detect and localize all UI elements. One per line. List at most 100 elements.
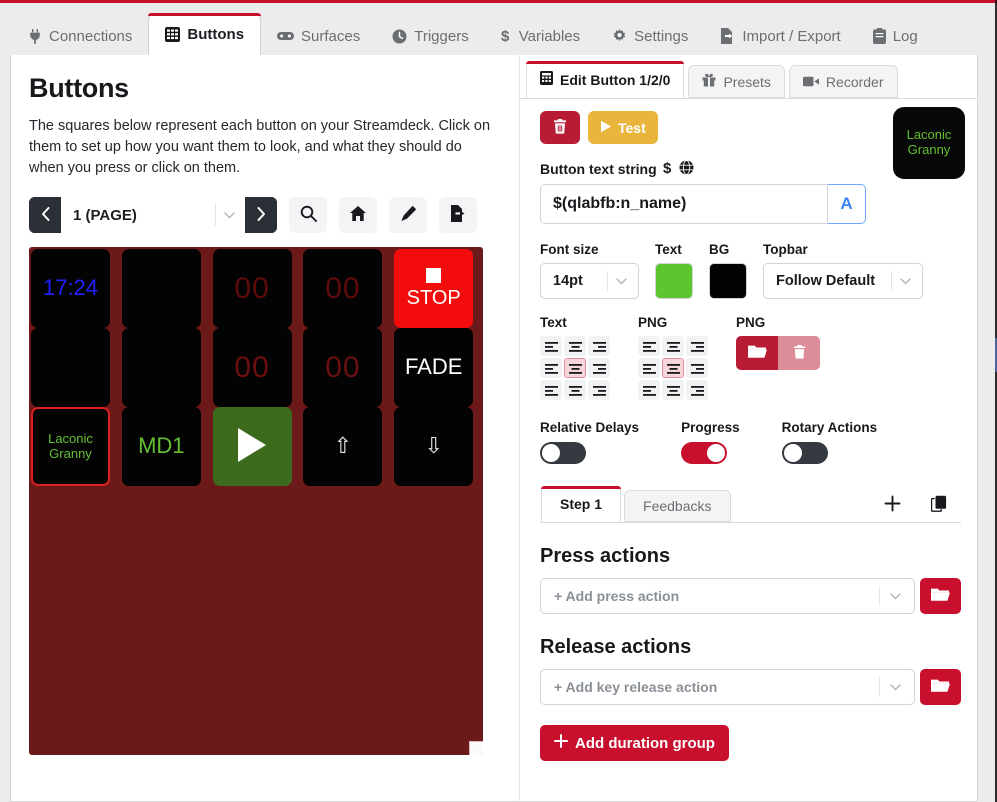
align-cell-1[interactable]: [662, 336, 684, 356]
relative-delays-group: Relative Delays: [540, 420, 639, 464]
add-press-action-placeholder: + Add press action: [554, 588, 680, 604]
test-label: Test: [618, 119, 646, 136]
deck-key-0[interactable]: 17:24: [31, 249, 110, 328]
tab-presets[interactable]: Presets: [688, 65, 785, 98]
page-dropdown[interactable]: 1 (PAGE): [61, 197, 245, 233]
align-cell-2[interactable]: [588, 336, 610, 356]
svg-text:$: $: [663, 160, 672, 175]
button-text-input[interactable]: [540, 184, 828, 224]
page-selector: 1 (PAGE): [29, 197, 277, 233]
add-press-action-select[interactable]: + Add press action: [540, 578, 915, 614]
press-action-browse-button[interactable]: [919, 578, 961, 614]
deck-key-12[interactable]: [212, 407, 292, 486]
tab-variables[interactable]: $ Variables: [485, 17, 596, 55]
globe-icon[interactable]: [679, 160, 694, 178]
png-browse-button[interactable]: [736, 336, 778, 370]
tab-import-export[interactable]: Import / Export: [704, 17, 856, 55]
png-delete-button[interactable]: [778, 336, 820, 370]
trash-icon: [793, 344, 806, 362]
tab-recorder[interactable]: Recorder: [788, 65, 898, 98]
align-cell-5[interactable]: [686, 358, 708, 378]
align-cell-0[interactable]: [638, 336, 660, 356]
delete-button[interactable]: [540, 111, 580, 144]
font-size-select[interactable]: 14pt: [540, 263, 639, 299]
deck-key-8[interactable]: 00: [303, 328, 383, 407]
align-cell-8[interactable]: [686, 380, 708, 400]
align-cell-2[interactable]: [686, 336, 708, 356]
stop-square-icon: [426, 267, 442, 283]
align-cell-8[interactable]: [588, 380, 610, 400]
font-size-icon[interactable]: A: [828, 184, 866, 224]
search-button[interactable]: [289, 197, 327, 233]
text-color-swatch[interactable]: [655, 263, 693, 299]
align-cell-5[interactable]: [588, 358, 610, 378]
tab-edit-button[interactable]: Edit Button 1/2/0: [526, 61, 685, 98]
add-release-action-placeholder: + Add key release action: [554, 679, 718, 695]
grid-resize-handle[interactable]: [469, 741, 483, 755]
export-page-button[interactable]: [439, 197, 477, 233]
deck-key-10[interactable]: Laconic Granny: [31, 407, 110, 486]
prev-page-button[interactable]: [29, 197, 61, 233]
align-cell-7[interactable]: [662, 380, 684, 400]
next-page-button[interactable]: [245, 197, 277, 233]
align-cell-6[interactable]: [540, 380, 562, 400]
deck-key-label: 00: [234, 350, 270, 384]
tab-label: Log: [892, 27, 918, 45]
tab-triggers[interactable]: Triggers: [376, 17, 484, 55]
step-tab-label: Step 1: [560, 496, 603, 512]
topbar-select[interactable]: Follow Default: [763, 263, 923, 299]
bg-color-swatch[interactable]: [709, 263, 747, 299]
png-file-group: PNG: [736, 315, 820, 370]
rotary-actions-toggle[interactable]: [781, 442, 828, 464]
deck-key-3[interactable]: 00: [303, 249, 383, 328]
align-cell-7[interactable]: [564, 380, 586, 400]
home-button[interactable]: [339, 197, 377, 233]
deck-key-11[interactable]: MD1: [121, 407, 201, 486]
deck-key-9[interactable]: FADE: [394, 328, 474, 407]
text-color-fill: [656, 264, 692, 298]
align-cell-6[interactable]: [638, 380, 660, 400]
edit-button[interactable]: [389, 197, 427, 233]
add-release-action-select[interactable]: + Add key release action: [540, 669, 915, 705]
deck-key-4[interactable]: STOP: [394, 249, 474, 328]
deck-key-label: Laconic Granny: [48, 430, 93, 461]
font-size-label: Font size: [540, 242, 599, 257]
gear-icon: [612, 28, 627, 44]
svg-text:$: $: [501, 28, 510, 44]
keypad-icon: [540, 71, 553, 88]
tab-feedbacks[interactable]: Feedbacks: [624, 490, 731, 522]
progress-label: Progress: [681, 420, 740, 435]
align-cell-3[interactable]: [540, 358, 562, 378]
deck-key-2[interactable]: 00: [212, 249, 292, 328]
deck-key-14[interactable]: ⇩: [394, 407, 474, 486]
streamdeck-grid-container: 17:24 00 00 STOP 00 00 FADE Laconic Granny MD1 ⇧ ⇩: [29, 247, 483, 755]
add-duration-group-button[interactable]: Add duration group: [540, 725, 729, 761]
test-button[interactable]: Test: [588, 111, 658, 144]
tab-buttons[interactable]: Buttons: [148, 13, 262, 55]
tab-step-1[interactable]: Step 1: [541, 486, 622, 522]
tab-settings[interactable]: Settings: [596, 17, 704, 55]
deck-key-5[interactable]: [31, 328, 110, 407]
deck-key-6[interactable]: [121, 328, 201, 407]
progress-toggle[interactable]: [681, 442, 728, 464]
deck-key-1[interactable]: [121, 249, 201, 328]
align-cell-4[interactable]: [564, 358, 586, 378]
align-cell-0[interactable]: [540, 336, 562, 356]
tab-log[interactable]: Log: [857, 17, 934, 55]
align-cell-4[interactable]: [662, 358, 684, 378]
align-cell-1[interactable]: [564, 336, 586, 356]
release-action-browse-button[interactable]: [919, 669, 961, 705]
deck-key-13[interactable]: ⇧: [303, 407, 383, 486]
duplicate-step-button[interactable]: [925, 494, 953, 516]
tab-surfaces[interactable]: Surfaces: [261, 17, 376, 55]
align-cell-3[interactable]: [638, 358, 660, 378]
tab-connections[interactable]: Connections: [12, 17, 148, 55]
dollar-icon[interactable]: $: [663, 160, 673, 178]
relative-delays-toggle[interactable]: [540, 442, 586, 464]
button-preview-text: Laconic Granny: [906, 127, 952, 157]
tab-label: Settings: [634, 27, 689, 45]
relative-delays-label: Relative Delays: [540, 420, 640, 435]
deck-key-7[interactable]: 00: [212, 328, 292, 407]
deck-key-label: 17:24: [42, 275, 99, 301]
add-step-button[interactable]: [878, 494, 907, 516]
